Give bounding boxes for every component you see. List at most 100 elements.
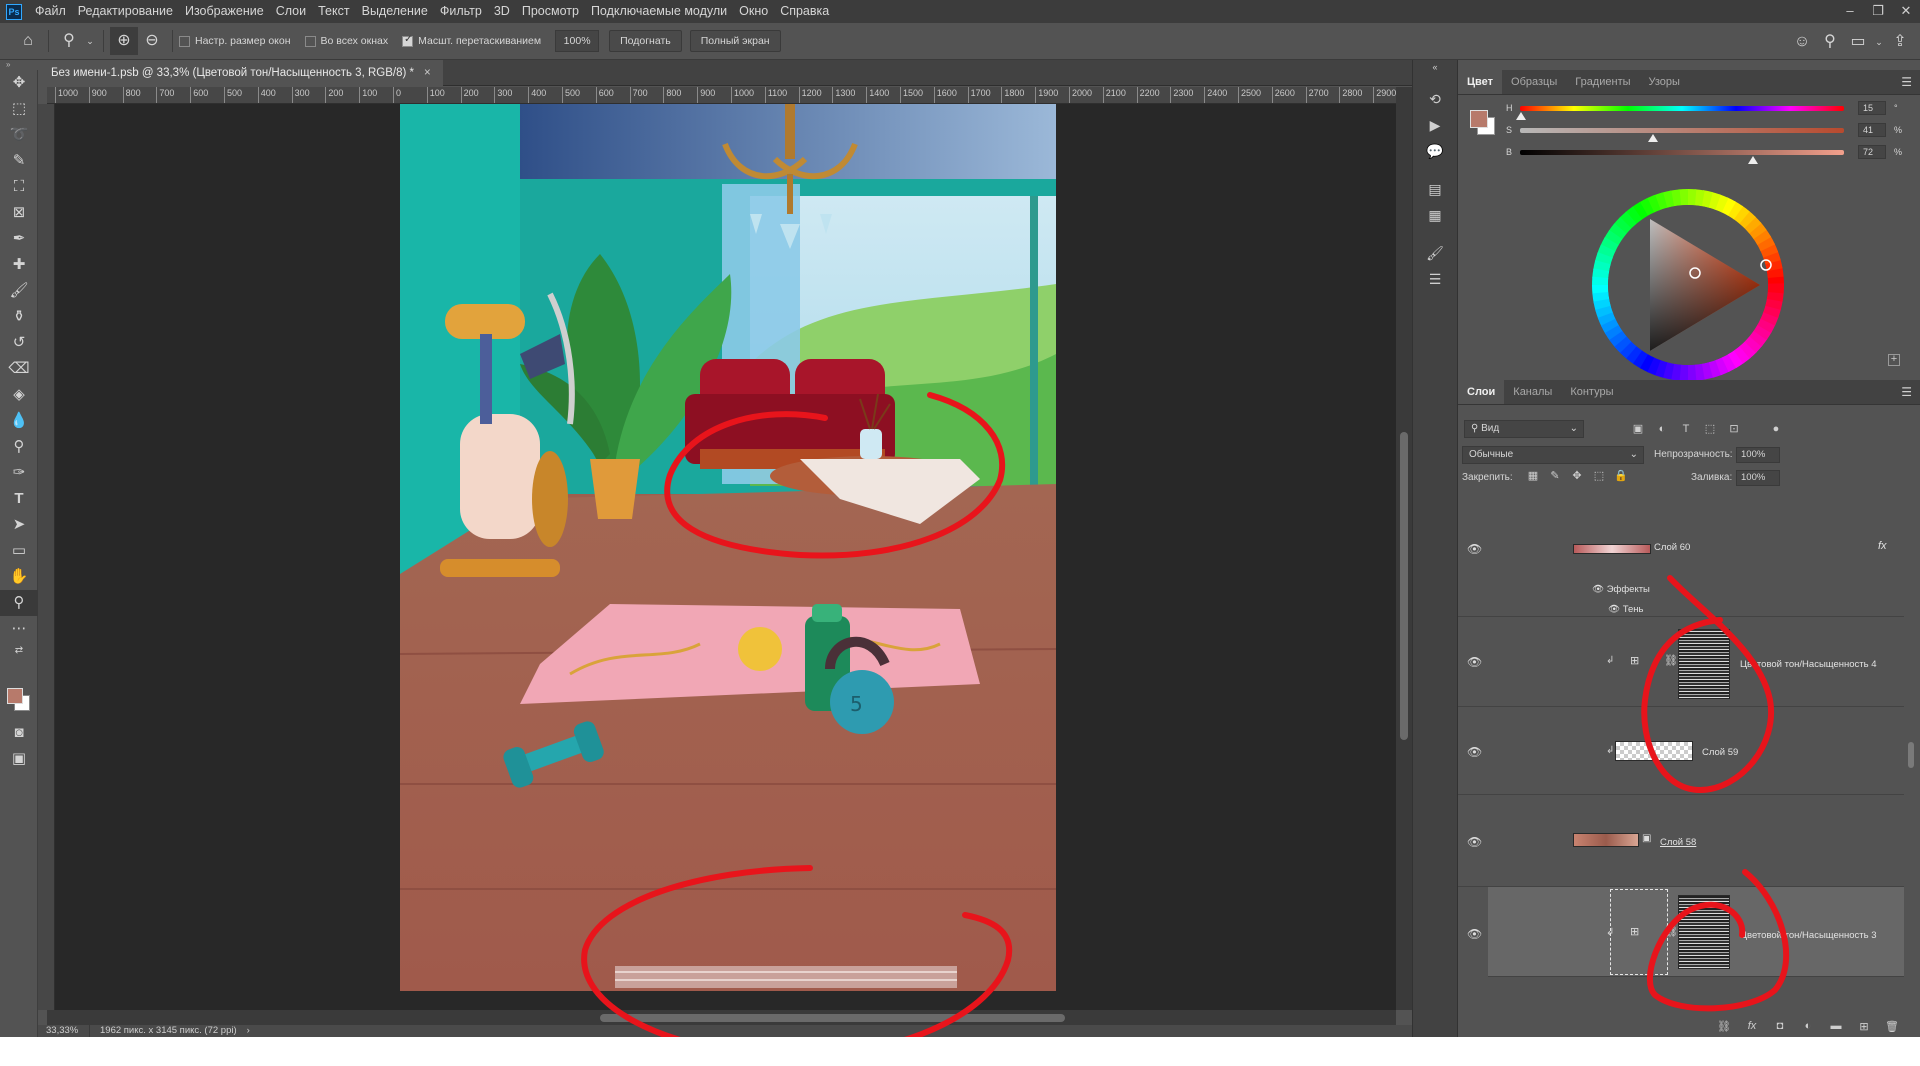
filter-type-icon[interactable]: T — [1674, 420, 1698, 438]
brush-tool-icon[interactable]: 🖌 — [0, 278, 38, 304]
canvas-area[interactable]: 5 — [55, 104, 1396, 1010]
healing-brush-icon[interactable]: ✚ — [0, 252, 38, 278]
zoom-tool-icon[interactable]: ⚲ — [0, 590, 38, 616]
filter-toggle-icon[interactable]: ● — [1764, 420, 1788, 438]
color-wheel[interactable] — [1590, 187, 1786, 383]
hue-ring-segment[interactable] — [1767, 283, 1785, 294]
hue-slider[interactable] — [1520, 106, 1844, 111]
panel-menu-icon[interactable]: ☰ — [1901, 70, 1912, 94]
move-tool-icon[interactable]: ✥ — [0, 70, 38, 96]
export-icon[interactable]: ⇪ — [1886, 28, 1914, 56]
hue-field[interactable]: 15 — [1858, 101, 1886, 115]
filter-pixel-icon[interactable]: ▣ — [1626, 420, 1650, 438]
add-mask-icon[interactable]: ◘ — [1766, 1020, 1794, 1037]
tab-color[interactable]: Цвет — [1458, 70, 1503, 94]
collapse-panels-icon[interactable]: « — [1413, 60, 1457, 74]
blend-mode-select[interactable]: Обычные ⌄ — [1462, 446, 1644, 464]
zoom-100-button[interactable]: 100% — [555, 30, 600, 52]
new-layer-icon[interactable]: ⊞ — [1850, 1020, 1878, 1037]
menu-type[interactable]: Текст — [312, 0, 355, 23]
frame-tool-icon[interactable]: ⊠ — [0, 200, 38, 226]
effect-shadow-row[interactable]: 👁 Тень — [1608, 604, 1643, 615]
layer-filter-select[interactable]: ⚲ Вид ⌄ — [1464, 420, 1584, 438]
toolbar-collapse-icon[interactable]: » — [0, 60, 47, 70]
menu-layers[interactable]: Слои — [270, 0, 312, 23]
fill-field[interactable]: 100% — [1736, 470, 1780, 486]
layer-row[interactable]: 👁 ↲ Слой 59 — [1458, 707, 1904, 795]
eyedropper-tool-icon[interactable]: ✒ — [0, 226, 38, 252]
tab-layers[interactable]: Слои — [1458, 380, 1505, 404]
tab-paths[interactable]: Контуры — [1561, 380, 1622, 404]
comments-icon[interactable]: 💬 — [1413, 138, 1457, 164]
vertical-scrollbar-thumb[interactable] — [1400, 432, 1408, 740]
checkbox-box[interactable] — [402, 34, 414, 47]
visibility-eye-icon[interactable]: 👁 — [1467, 745, 1482, 759]
type-tool-icon[interactable]: T — [0, 486, 38, 512]
horizontal-scrollbar[interactable] — [47, 1010, 1396, 1025]
menu-plugins[interactable]: Подключаемые модули — [585, 0, 733, 23]
adjustments-icon[interactable]: ☰ — [1413, 266, 1457, 292]
menu-edit[interactable]: Редактирование — [72, 0, 179, 23]
zoom-in-icon[interactable]: ⊕ — [110, 27, 138, 55]
layer-row-selected[interactable]: 👁 ↲ ⊞ ⛓ Цветовой тон/Насыщенность 3 — [1467, 887, 1904, 977]
lasso-tool-icon[interactable]: ➰ — [0, 122, 38, 148]
tab-channels[interactable]: Каналы — [1504, 380, 1561, 404]
layers-scrollbar[interactable] — [1906, 492, 1916, 1012]
status-zoom[interactable]: 33,33% — [38, 1025, 90, 1037]
add-swatch-icon[interactable]: + — [1888, 354, 1900, 366]
layer-name[interactable]: Слой 58 — [1660, 837, 1696, 848]
color-panel-foreground-swatch[interactable] — [1470, 110, 1488, 128]
brightness-slider[interactable] — [1520, 150, 1844, 155]
new-adjustment-icon[interactable]: ◐ — [1794, 1020, 1822, 1037]
scrubby-zoom-checkbox[interactable]: Масшт. перетаскиванием — [402, 34, 541, 47]
foreground-color-swatch[interactable] — [7, 688, 23, 704]
layers-scrollbar-thumb[interactable] — [1908, 742, 1914, 768]
saturation-slider-thumb[interactable] — [1648, 134, 1658, 142]
menu-filter[interactable]: Фильтр — [434, 0, 488, 23]
layer-row[interactable]: 👁 ↲ ⊞ ⛓ Цветовой тон/Насыщенность 4 — [1458, 617, 1904, 707]
close-window-button[interactable]: ✕ — [1892, 0, 1920, 23]
brightness-field[interactable]: 72 — [1858, 145, 1886, 159]
status-expand-icon[interactable]: › — [247, 1025, 250, 1037]
screen-mode-icon[interactable]: ▣ — [0, 746, 38, 772]
checkbox-box[interactable] — [179, 35, 190, 47]
eraser-tool-icon[interactable]: ⌫ — [0, 356, 38, 382]
properties-icon[interactable]: ▤ — [1413, 176, 1457, 202]
fit-screen-button[interactable]: Подогнать — [609, 30, 682, 52]
layer-name[interactable]: Слой 59 — [1702, 747, 1738, 758]
layer-fx-icon[interactable]: fx — [1878, 540, 1887, 552]
layer-name[interactable]: Слой 60 — [1654, 542, 1690, 553]
filter-smart-object-icon[interactable]: ⊡ — [1722, 420, 1746, 438]
actions-play-icon[interactable]: ▶ — [1413, 112, 1457, 138]
vertical-scrollbar[interactable] — [1396, 87, 1412, 1010]
stamp-tool-icon[interactable]: ⚱ — [0, 304, 38, 330]
swap-colors-icon[interactable]: ⇄ — [0, 642, 38, 660]
lock-pixels-icon[interactable]: ✎ — [1544, 469, 1566, 482]
resize-windows-checkbox[interactable]: Настр. размер окон — [179, 35, 291, 47]
effects-row[interactable]: 👁 Эффекты — [1592, 584, 1650, 595]
menu-view[interactable]: Просмотр — [516, 0, 585, 23]
layer-name[interactable]: Цветовой тон/Насыщенность 4 — [1740, 659, 1877, 670]
menu-image[interactable]: Изображение — [179, 0, 270, 23]
menu-window[interactable]: Окно — [733, 0, 774, 23]
search-icon[interactable]: ⚲ — [1816, 28, 1844, 56]
layer-row[interactable]: 👁 Слой 60 fx 👁 Эффекты 👁 Тень — [1458, 512, 1904, 617]
layer-name[interactable]: Цветовой тон/Насыщенность 3 — [1740, 930, 1877, 941]
panel-menu-icon[interactable]: ☰ — [1901, 380, 1912, 404]
new-group-icon[interactable]: ▬ — [1822, 1020, 1850, 1037]
layer-row[interactable]: 👁 ▣ Слой 58 — [1458, 795, 1904, 887]
filter-shape-icon[interactable]: ⬚ — [1698, 420, 1722, 438]
tab-swatches[interactable]: Образцы — [1502, 70, 1566, 94]
lock-artboard-icon[interactable]: ⬚ — [1588, 469, 1610, 482]
horizontal-scrollbar-thumb[interactable] — [600, 1014, 1065, 1022]
saturation-slider[interactable] — [1520, 128, 1844, 133]
tab-gradients[interactable]: Градиенты — [1566, 70, 1639, 94]
workspace-icon[interactable]: ▭ — [1844, 28, 1872, 56]
chevron-down-icon[interactable]: ⌄ — [1872, 28, 1886, 56]
crop-tool-icon[interactable]: ⛶ — [0, 174, 38, 200]
restore-button[interactable]: ❐ — [1864, 0, 1892, 23]
hue-slider-thumb[interactable] — [1516, 112, 1526, 120]
visibility-eye-icon[interactable]: 👁 — [1467, 927, 1482, 941]
link-layers-icon[interactable]: ⛓ — [1710, 1020, 1738, 1037]
menu-file[interactable]: Файл — [29, 0, 72, 23]
